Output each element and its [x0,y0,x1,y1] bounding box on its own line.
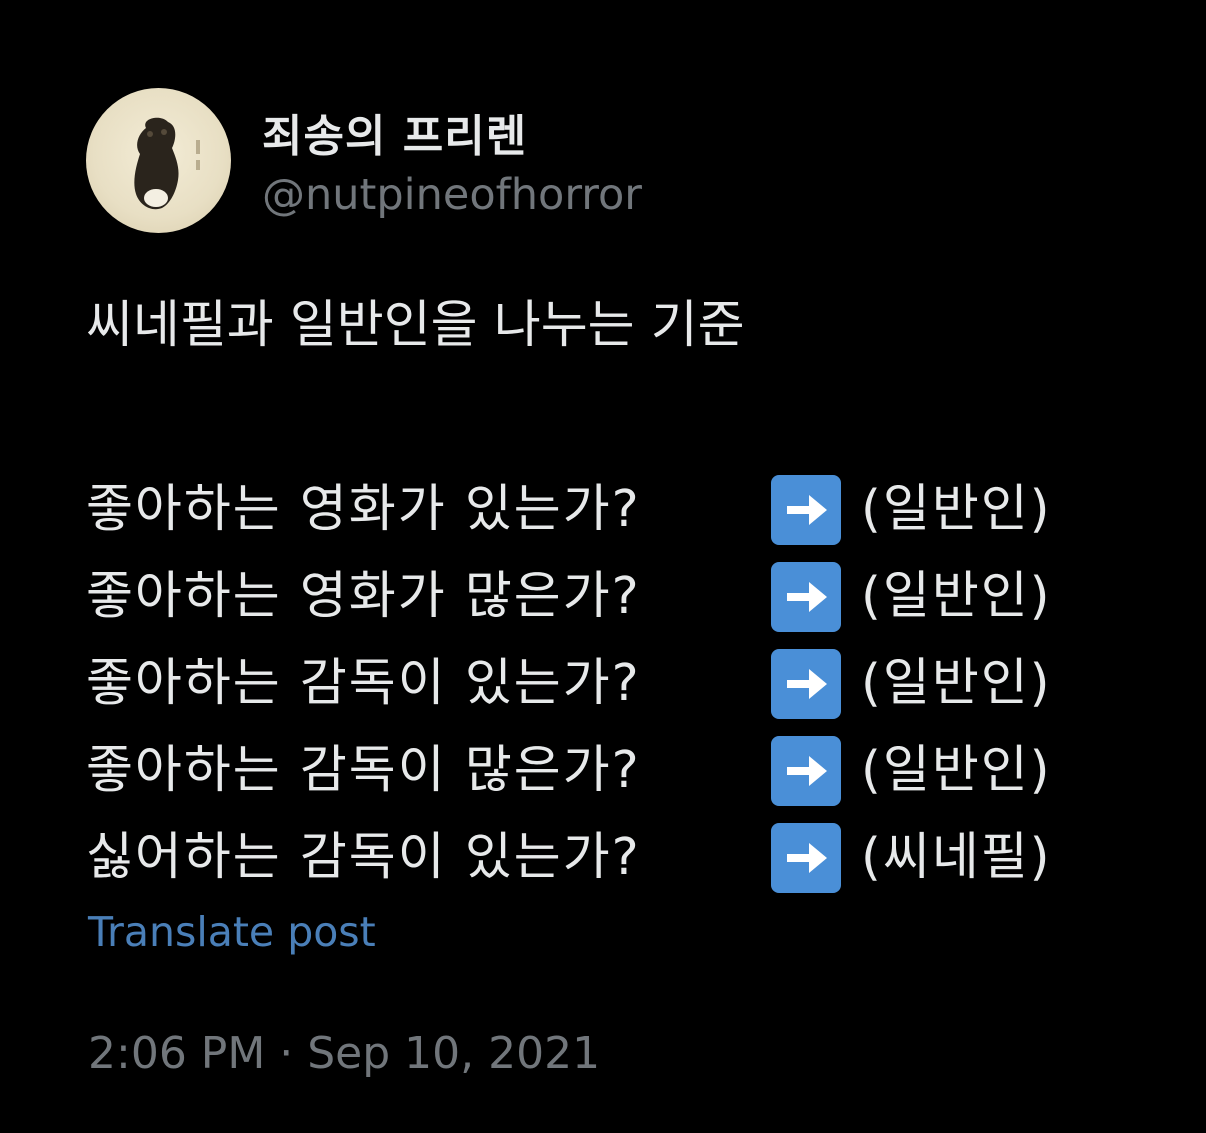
right-arrow-icon [771,474,841,545]
post-body: 씨네필과 일반인을 나누는 기준 좋아하는 영화가 있는가? (일반인) 좋아하… [86,296,1166,901]
criteria-question: 싫어하는 감독이 있는가? [86,827,641,887]
criteria-question: 좋아하는 영화가 있는가? [86,479,641,539]
author-display-name[interactable]: 죄송의 프리렌 [262,100,527,164]
post-title: 씨네필과 일반인을 나누는 기준 [86,296,745,355]
criteria-result: (일반인) [861,653,1052,713]
criteria-line: 좋아하는 영화가 있는가? (일반인) [86,466,1166,553]
criteria-question: 좋아하는 감독이 있는가? [86,653,641,713]
criteria-line: 좋아하는 감독이 많은가? (일반인) [86,727,1166,814]
post-timestamp[interactable]: 2:06 PM · Sep 10, 2021 [88,1028,600,1079]
criteria-result: (씨네필) [861,827,1052,887]
criteria-question: 좋아하는 영화가 많은가? [86,566,641,626]
right-arrow-icon [771,735,841,806]
criteria-line: 좋아하는 영화가 많은가? (일반인) [86,553,1166,640]
criteria-question: 좋아하는 감독이 많은가? [86,740,641,800]
right-arrow-icon [771,648,841,719]
criteria-result: (일반인) [861,479,1052,539]
criteria-line: 좋아하는 감독이 있는가? (일반인) [86,640,1166,727]
criteria-result: (일반인) [861,566,1052,626]
post: 죄송의 프리렌 @nutpineofhorror 씨네필과 일반인을 나누는 기… [0,0,1206,1133]
translate-post-link[interactable]: Translate post [88,908,376,956]
author-handle[interactable]: @nutpineofhorror [262,170,642,220]
criteria-result: (일반인) [861,740,1052,800]
post-header: 죄송의 프리렌 @nutpineofhorror [86,88,846,233]
right-arrow-icon [771,561,841,632]
right-arrow-icon [771,822,841,893]
criteria-line: 싫어하는 감독이 있는가? (씨네필) [86,814,1166,901]
avatar[interactable] [86,88,231,233]
profile-photo-icon [134,117,200,210]
